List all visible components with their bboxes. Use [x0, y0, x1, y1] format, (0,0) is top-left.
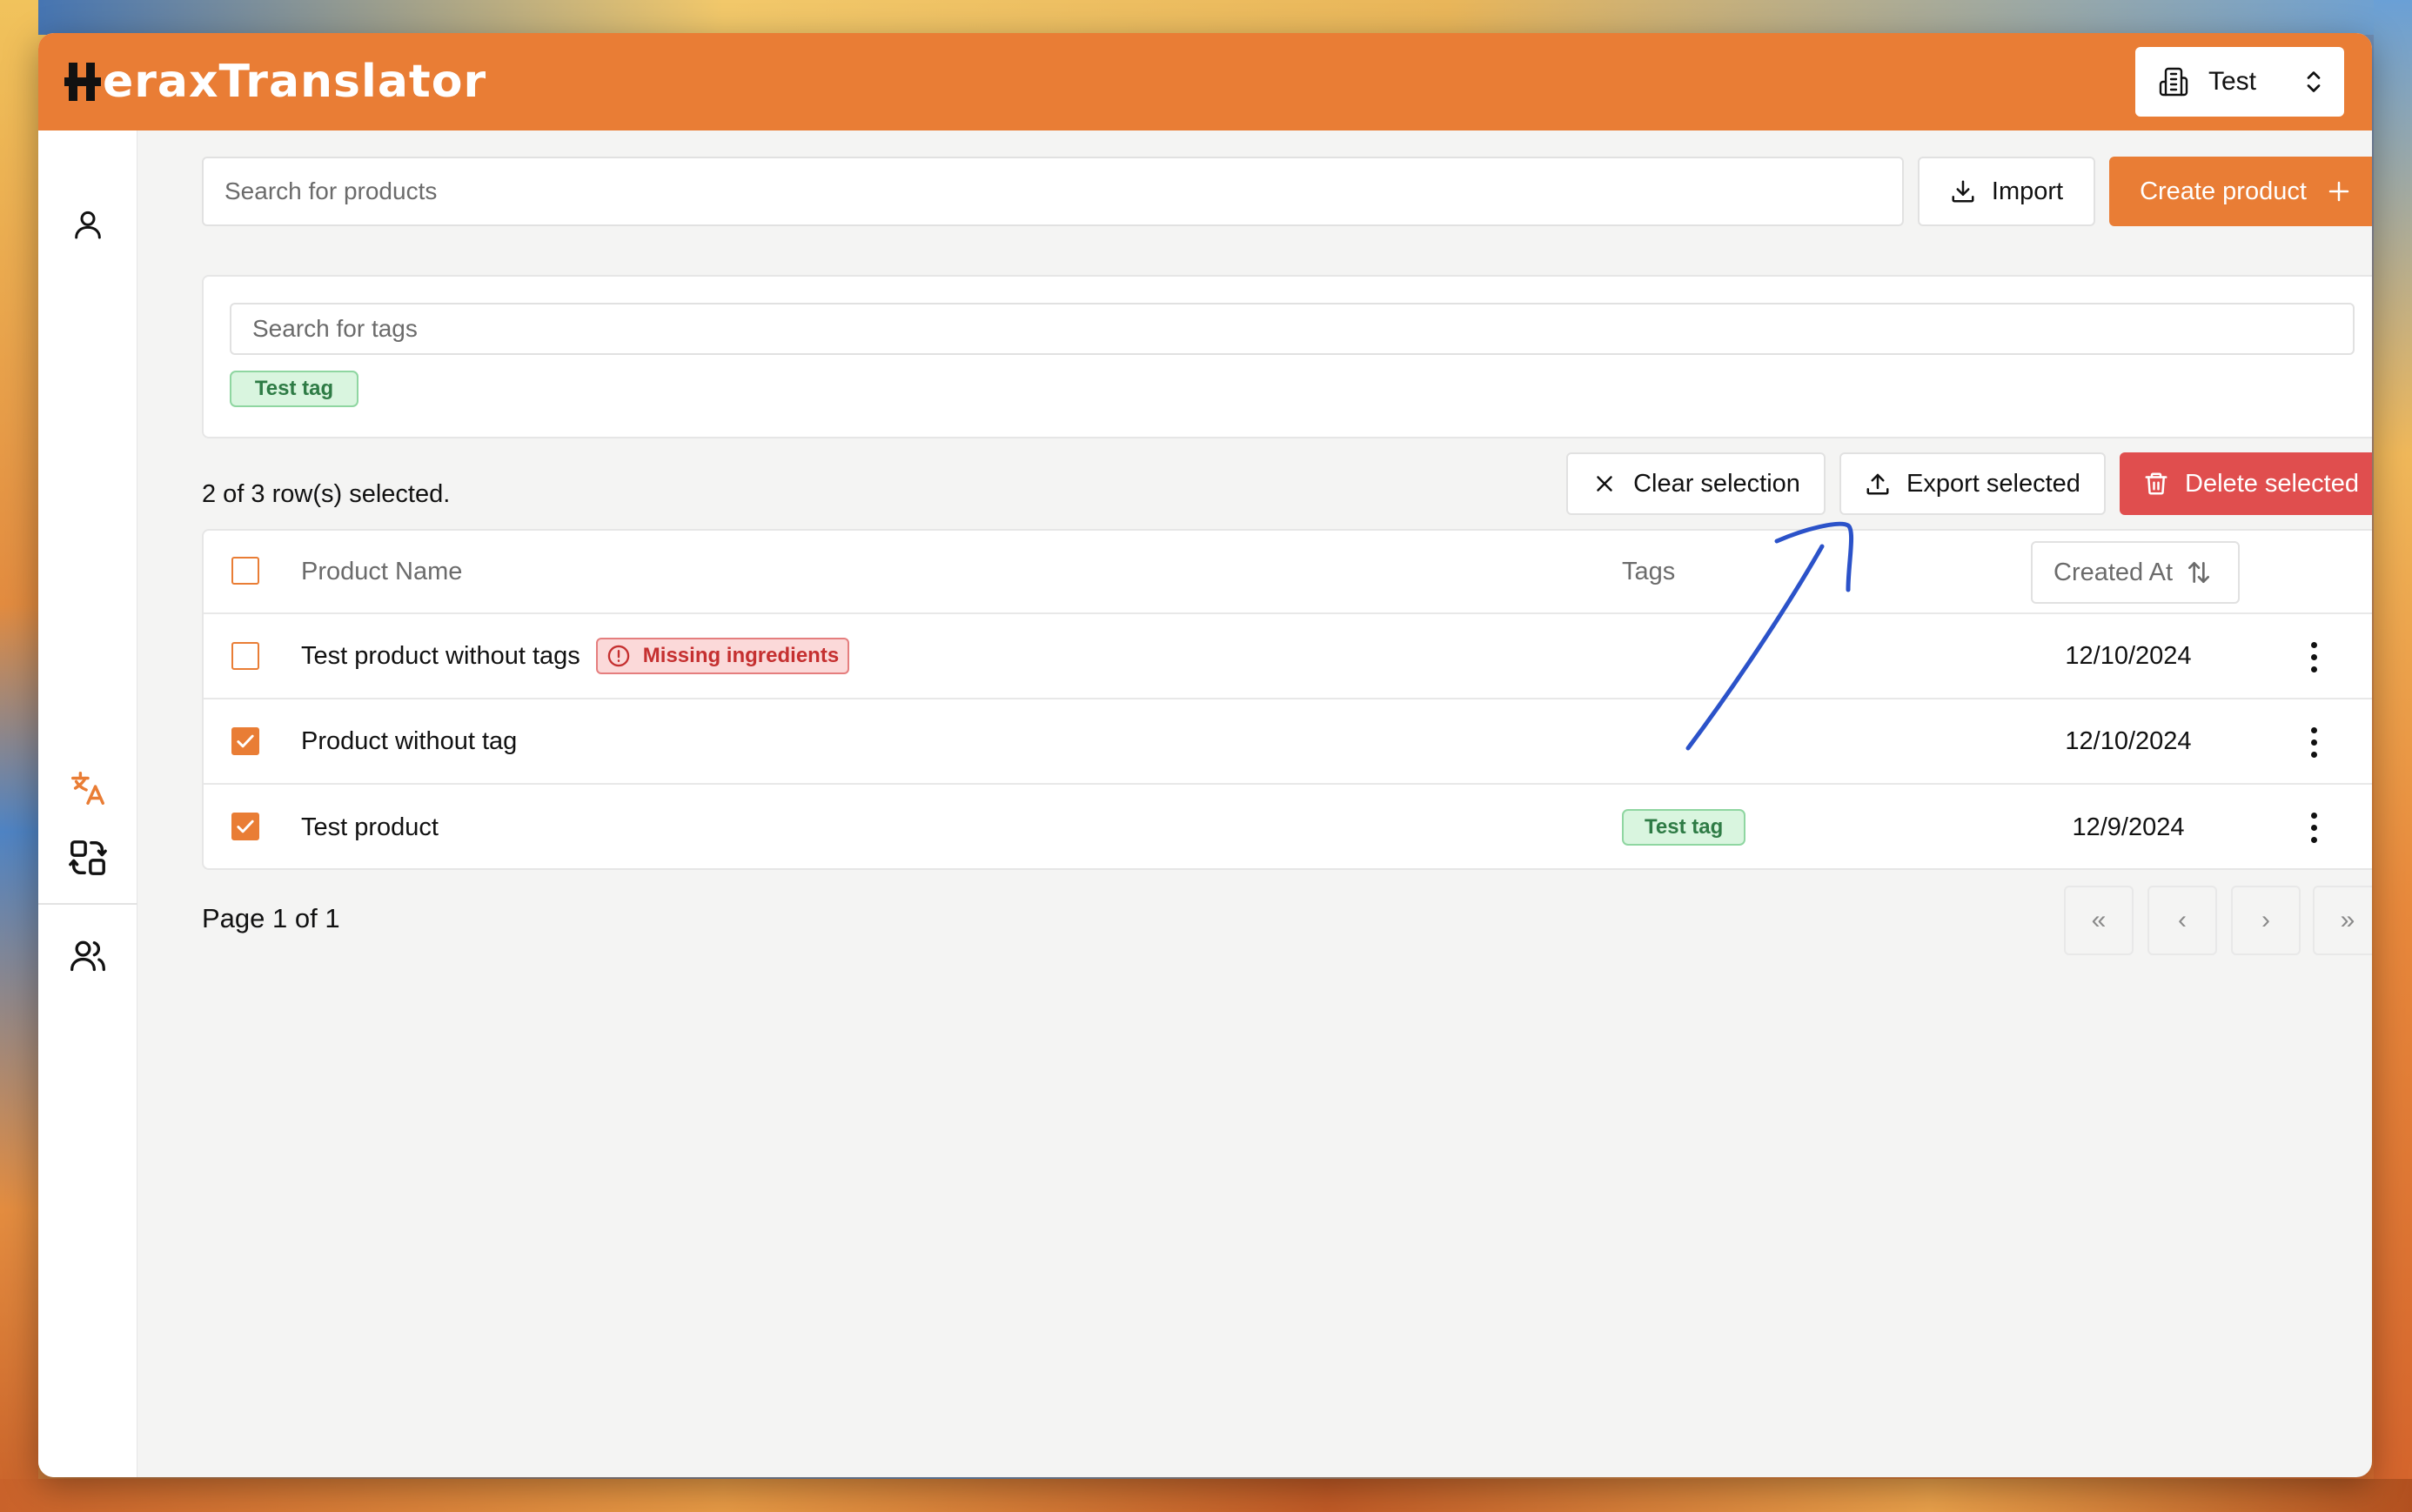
- delete-selected-label: Delete selected: [2185, 469, 2359, 498]
- table-header-row: Product Name Tags Created At: [204, 531, 2372, 614]
- organization-name: Test: [2208, 67, 2257, 96]
- product-name-cell: Test product without tags Missing ingred…: [301, 614, 850, 698]
- wallpaper: [2374, 0, 2412, 1512]
- column-header-created: Created At: [2054, 558, 2174, 586]
- sidebar-item-profile[interactable]: [67, 204, 109, 245]
- table-row[interactable]: Product without tag 12/10/2024: [204, 699, 2372, 785]
- tag-chip[interactable]: Test tag: [1622, 809, 1746, 846]
- row-actions-menu[interactable]: [2309, 811, 2318, 846]
- row-checkbox[interactable]: [231, 727, 259, 755]
- table-row[interactable]: Test product without tags Missing ingred…: [204, 614, 2372, 699]
- upload-icon: [1866, 473, 1889, 495]
- sidebar-item-users[interactable]: [67, 934, 109, 976]
- tag-filter-panel: Search for tags Test tag: [202, 275, 2372, 438]
- created-at-cell: 12/10/2024: [2065, 641, 2192, 670]
- previous-page-button[interactable]: ‹: [2147, 886, 2217, 955]
- app-title: eraxTranslator: [103, 56, 487, 108]
- wallpaper: [0, 0, 2412, 35]
- user-icon: [75, 211, 101, 239]
- row-actions-menu[interactable]: [2309, 726, 2318, 760]
- first-page-button[interactable]: «: [2064, 886, 2134, 955]
- sidebar: [38, 130, 137, 1477]
- app-window: eraxTranslator Test Search for products …: [38, 33, 2372, 1477]
- product-name-cell: Product without tag: [301, 726, 518, 755]
- chevrons-up-down-icon: [2307, 71, 2321, 92]
- trash-icon: [2145, 472, 2167, 495]
- product-name-cell: Test product: [301, 813, 439, 841]
- import-button[interactable]: Import: [1918, 157, 2095, 226]
- sidebar-divider: [38, 903, 137, 905]
- products-table: Product Name Tags Created At Test produc…: [202, 529, 2372, 870]
- next-page-button[interactable]: ›: [2231, 886, 2301, 955]
- row-actions-menu[interactable]: [2309, 640, 2318, 675]
- export-selected-label: Export selected: [1906, 469, 2080, 498]
- building-icon: [2159, 67, 2188, 97]
- sort-created-button[interactable]: Created At: [2031, 541, 2240, 604]
- wallpaper: [0, 0, 38, 1512]
- column-header-name: Product Name: [301, 557, 463, 585]
- delete-selected-button[interactable]: Delete selected: [2120, 452, 2372, 515]
- last-page-button[interactable]: »: [2313, 886, 2372, 955]
- selection-status: 2 of 3 row(s) selected.: [202, 480, 451, 508]
- grid-exchange-icon: [69, 840, 107, 875]
- table-row[interactable]: Test product Test tag 12/9/2024: [204, 785, 2372, 868]
- checkmark-icon: [237, 734, 254, 748]
- sidebar-item-products[interactable]: [67, 837, 109, 879]
- row-checkbox[interactable]: [231, 642, 259, 670]
- product-search-placeholder: Search for products: [224, 177, 438, 204]
- tag-search-placeholder: Search for tags: [252, 315, 418, 342]
- product-search-input[interactable]: Search for products: [202, 157, 1904, 226]
- close-icon: [1597, 476, 1612, 492]
- top-bar: eraxTranslator Test: [38, 33, 2372, 130]
- users-icon: [70, 940, 105, 972]
- column-header-tags: Tags: [1622, 557, 1676, 585]
- tags-cell: Test tag: [1622, 785, 1746, 868]
- checkmark-icon: [237, 820, 254, 833]
- plus-icon: [2328, 181, 2349, 202]
- import-label: Import: [1991, 177, 2064, 205]
- create-product-label: Create product: [2140, 177, 2307, 205]
- sort-arrows-icon: [2188, 562, 2210, 583]
- missing-ingredients-badge: Missing ingredients: [595, 638, 850, 674]
- tag-search-input[interactable]: Search for tags: [230, 303, 2355, 355]
- select-all-checkbox[interactable]: [231, 557, 259, 585]
- page-indicator: Page 1 of 1: [202, 903, 340, 933]
- created-at-cell: 12/9/2024: [2072, 813, 2185, 841]
- create-product-button[interactable]: Create product: [2109, 157, 2372, 226]
- tag-filter-chip-label: Test tag: [254, 377, 334, 400]
- main-content: Search for products Import Create produc…: [137, 130, 2372, 1477]
- clear-selection-label: Clear selection: [1633, 469, 1800, 498]
- product-name: Test product without tags: [301, 641, 580, 670]
- logo-mark-icon: [64, 61, 101, 103]
- organization-selector[interactable]: Test: [2135, 47, 2344, 117]
- translate-icon: [71, 772, 104, 805]
- clear-selection-button[interactable]: Clear selection: [1566, 452, 1826, 515]
- app-logo[interactable]: eraxTranslator: [64, 56, 486, 108]
- row-checkbox[interactable]: [231, 813, 259, 840]
- sidebar-item-translations[interactable]: [67, 767, 109, 809]
- created-at-cell: 12/10/2024: [2065, 726, 2192, 755]
- download-icon: [1952, 180, 1974, 203]
- missing-ingredients-label: Missing ingredients: [642, 644, 840, 667]
- export-selected-button[interactable]: Export selected: [1839, 452, 2106, 515]
- wallpaper: [0, 1479, 2412, 1512]
- tag-filter-chip[interactable]: Test tag: [230, 371, 358, 407]
- alert-circle-icon: [607, 645, 630, 667]
